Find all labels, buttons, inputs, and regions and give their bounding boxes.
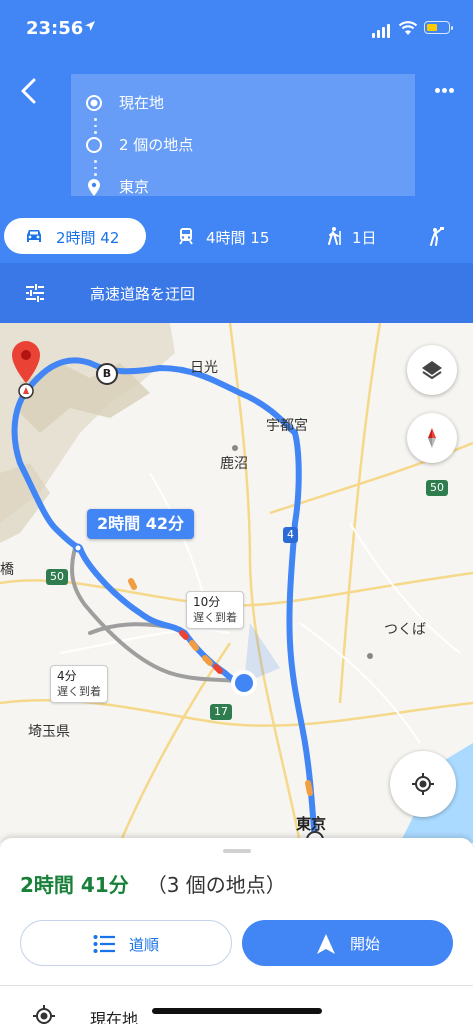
steps-button-label: 道順 — [129, 936, 160, 954]
route-summary-sheet: 2時間 41分 （3 個の地点） 道順 開始 現在地 — [0, 838, 473, 1024]
place-partial: 橋 — [0, 562, 14, 578]
route-shield: 50 — [426, 480, 448, 496]
tab-transit[interactable]: 4時間 15 — [170, 218, 290, 254]
place-nikko: 日光 — [190, 360, 218, 376]
maps-directions-screen: 23:56 現在地 2 個の地点 東京 2時間 42 4時間 15 1日 高速道… — [0, 0, 473, 1024]
layers-button[interactable] — [407, 345, 457, 395]
back-arrow-icon[interactable] — [14, 74, 44, 108]
tune-icon — [24, 283, 46, 303]
steps-button[interactable]: 道順 — [20, 920, 232, 966]
walk-icon — [324, 226, 344, 246]
battery-icon — [424, 21, 453, 34]
alt-route-time: 4分 — [57, 669, 77, 683]
waypoint-b-label: B — [102, 367, 112, 380]
tab-walk-label: 1日 — [352, 229, 377, 247]
route-stops-panel: 現在地 2 個の地点 東京 — [71, 74, 415, 196]
sheet-divider — [0, 985, 473, 986]
place-utsunomiya: 宇都宮 — [266, 418, 308, 434]
route-time-callout[interactable]: 2時間 42分 — [87, 509, 194, 539]
route-options-bar[interactable]: 高速道路を迂回 — [0, 263, 473, 323]
stop-origin[interactable]: 現在地 — [71, 88, 415, 118]
origin-target-icon — [32, 1004, 56, 1024]
route-shield: 4 — [283, 527, 298, 543]
stop-origin-label: 現在地 — [119, 94, 165, 112]
stop-destination-label: 東京 — [119, 178, 150, 196]
place-tsukuba: つくば — [384, 622, 426, 638]
alt-route-callout[interactable]: 10分 遅く到着 — [186, 591, 244, 629]
compass-button[interactable] — [407, 413, 457, 463]
route-shield: 50 — [46, 569, 68, 585]
alt-route-time: 10分 — [193, 595, 221, 609]
stop-destination[interactable]: 東京 — [71, 172, 415, 202]
travel-mode-tabs: 2時間 42 4時間 15 1日 — [0, 212, 473, 260]
alt-route-note: 遅く到着 — [57, 685, 101, 698]
navigation-arrow-icon — [315, 933, 337, 954]
alt-route-callout[interactable]: 4分 遅く到着 — [50, 665, 108, 703]
tab-drive-label: 2時間 42 — [56, 229, 120, 247]
place-saitama: 埼玉県 — [28, 724, 70, 740]
tab-walk[interactable]: 1日 — [320, 218, 390, 254]
car-icon — [24, 226, 44, 246]
destination-pin-icon — [85, 178, 103, 196]
alt-route-note: 遅く到着 — [193, 611, 237, 624]
home-indicator[interactable] — [152, 1008, 322, 1014]
stop-waypoints[interactable]: 2 個の地点 — [71, 130, 415, 160]
route-stop-count: （3 個の地点） — [146, 873, 286, 897]
list-icon — [93, 934, 115, 954]
status-bar: 23:56 — [0, 0, 473, 60]
tab-drive[interactable]: 2時間 42 — [4, 218, 146, 254]
stop-waypoints-label: 2 個の地点 — [119, 136, 194, 154]
train-icon — [176, 226, 196, 246]
tab-ride[interactable] — [420, 218, 460, 254]
sheet-grabber[interactable] — [223, 849, 251, 853]
origin-circle-icon — [85, 94, 103, 112]
start-button-label: 開始 — [350, 935, 381, 953]
location-arrow-icon — [84, 20, 96, 36]
route-shield: 17 — [210, 704, 232, 720]
my-location-button[interactable] — [390, 751, 456, 817]
waypoint-b-marker[interactable]: B — [96, 363, 118, 385]
waypoint-circle-icon — [85, 136, 103, 154]
wifi-icon — [398, 20, 418, 36]
destination-pin-icon[interactable] — [8, 339, 44, 399]
route-duration: 2時間 41分 — [20, 873, 129, 897]
map-view[interactable]: B 日光 宇都宮 鹿沼 つくば 埼玉県 東京 橋 50 4 50 17 2時間 … — [0, 323, 473, 843]
ride-hail-icon — [426, 226, 446, 246]
tab-transit-label: 4時間 15 — [206, 229, 270, 247]
more-options-icon[interactable] — [430, 80, 460, 100]
route-summary: 2時間 41分 （3 個の地点） — [20, 869, 286, 898]
start-navigation-button[interactable]: 開始 — [242, 920, 453, 966]
first-step-label: 現在地 — [90, 1010, 139, 1024]
status-time: 23:56 — [26, 18, 84, 39]
place-tokyo: 東京 — [296, 815, 327, 833]
place-kanuma: 鹿沼 — [220, 456, 248, 472]
avoid-highways-label: 高速道路を迂回 — [90, 285, 196, 303]
cellular-signal-icon — [372, 24, 392, 38]
